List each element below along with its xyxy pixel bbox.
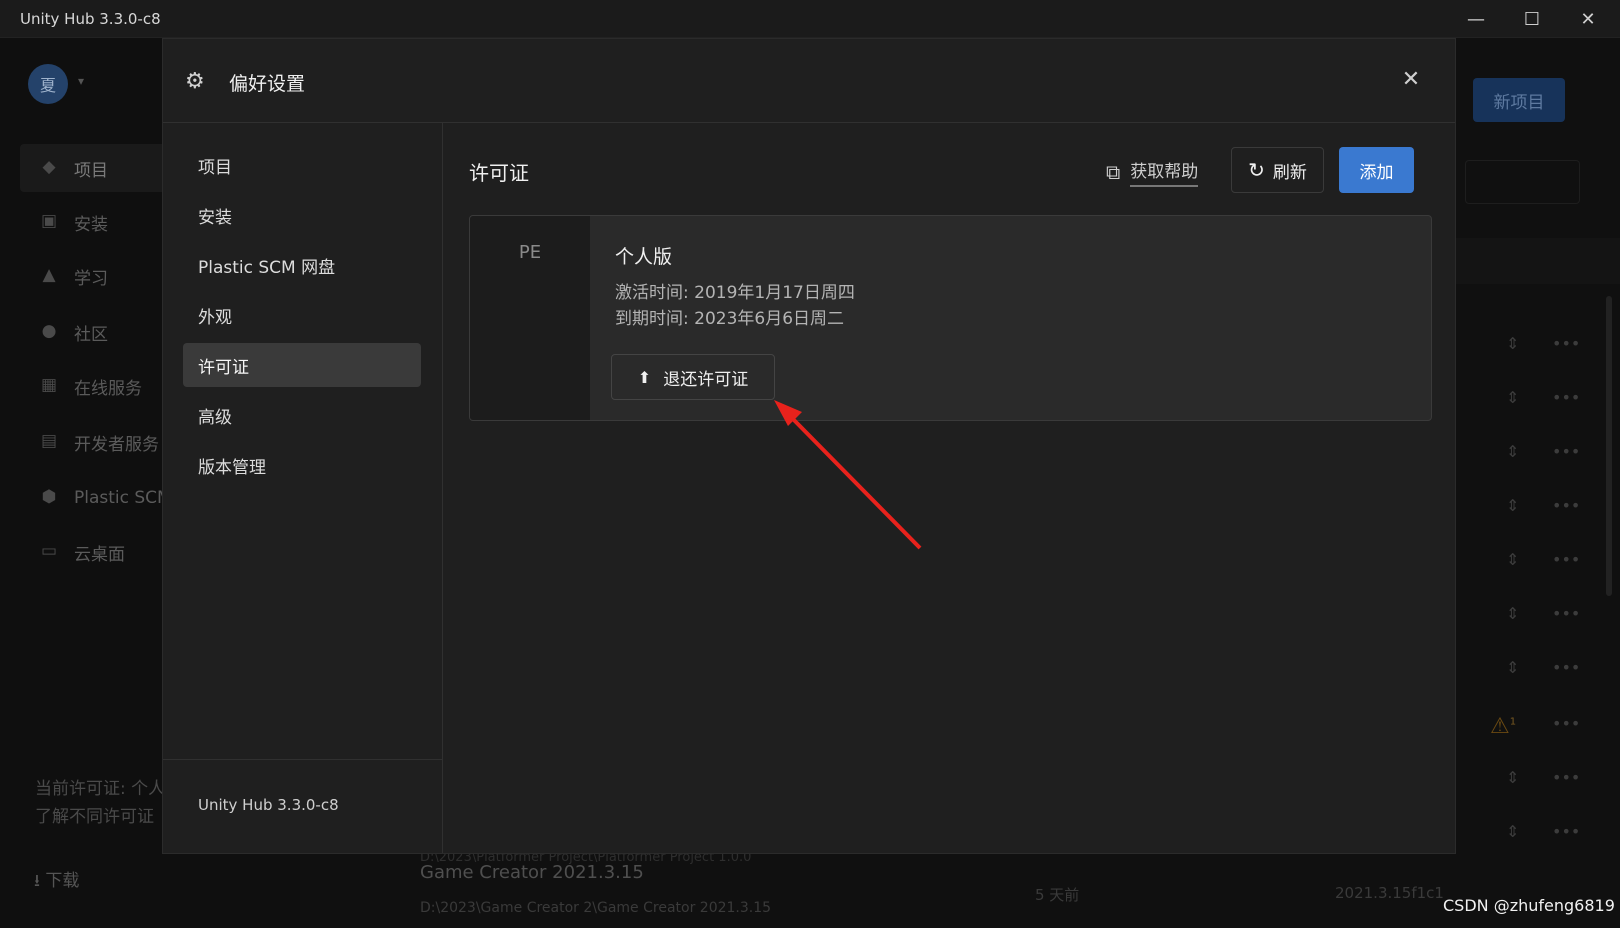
license-card: PE 个人版 激活时间: 2019年1月17日周四 到期时间: 2023年6月6… — [469, 215, 1432, 421]
hub-nav-label: 社区 — [74, 324, 108, 345]
table-row-actions[interactable]: ••• — [1490, 714, 1610, 734]
avatar[interactable]: 夏 — [28, 64, 68, 104]
search-input[interactable] — [1465, 160, 1580, 204]
sort-icon: ⇕ — [1506, 768, 1520, 787]
sort-icon: ⇕ — [1506, 550, 1520, 569]
watermark: CSDN @zhufeng6819 — [1443, 896, 1615, 915]
refresh-icon: ↻ — [1248, 158, 1265, 182]
hub-nav-label: 安装 — [74, 214, 108, 235]
sort-icon: ⇕ — [1506, 658, 1520, 677]
pref-nav-version-control[interactable]: 版本管理 — [183, 443, 421, 487]
refresh-button[interactable]: ↻ 刷新 — [1231, 147, 1324, 193]
table-row-actions[interactable]: ⇕ ••• — [1490, 768, 1610, 788]
window-close-button[interactable]: ✕ — [1560, 0, 1616, 38]
plastic-icon: ⬢ — [41, 487, 57, 507]
grid-icon: ▦ — [40, 375, 58, 395]
more-icon[interactable]: ••• — [1552, 496, 1580, 515]
new-project-button[interactable]: 新项目 — [1473, 78, 1565, 122]
pref-nav-projects[interactable]: 项目 — [183, 143, 421, 187]
briefcase-icon: ▤ — [40, 431, 58, 451]
graduation-cap-icon: ▲ — [42, 265, 56, 285]
gear-icon: ⚙ — [185, 69, 205, 94]
close-icon[interactable]: ✕ — [1395, 63, 1427, 95]
license-name: 个人版 — [615, 246, 673, 268]
table-row-actions[interactable]: ⇕ ••• — [1490, 442, 1610, 462]
license-badge: PE — [470, 216, 590, 420]
window-title: Unity Hub 3.3.0-c8 — [20, 10, 161, 28]
more-icon[interactable]: ••• — [1552, 658, 1580, 677]
pref-nav-plastic-scm[interactable]: Plastic SCM 网盘 — [183, 243, 421, 287]
refresh-label: 刷新 — [1272, 162, 1307, 183]
license-activated: 激活时间: 2019年1月17日周四 — [615, 283, 855, 303]
hub-nav-label: 开发者服务 — [74, 434, 159, 455]
more-icon[interactable]: ••• — [1552, 604, 1580, 623]
table-row-actions[interactable]: ⇕ ••• — [1490, 658, 1610, 678]
more-icon[interactable]: ••• — [1552, 442, 1580, 461]
table-row-actions[interactable]: ⇕ ••• — [1490, 822, 1610, 842]
get-help-label: 获取帮助 — [1130, 157, 1199, 187]
hub-nav-label: 学习 — [74, 268, 108, 289]
chevron-down-icon[interactable]: ▾ — [78, 74, 84, 88]
more-icon[interactable]: ••• — [1552, 388, 1580, 407]
people-icon: ● — [41, 321, 57, 341]
pref-nav-appearance[interactable]: 外观 — [183, 293, 421, 337]
current-license-text: 当前许可证: 个人 — [35, 779, 166, 799]
table-row-actions[interactable]: ⇕ ••• — [1490, 334, 1610, 354]
project-editor-version[interactable]: 2021.3.15f1c1 — [1335, 884, 1444, 902]
monitor-icon: ▭ — [40, 541, 58, 561]
pref-nav-licenses[interactable]: 许可证 — [183, 343, 421, 387]
dialog-footer: Unity Hub 3.3.0-c8 — [163, 759, 442, 855]
get-help-link[interactable]: ⧉ 获取帮助 — [1106, 157, 1199, 187]
pref-nav-installs[interactable]: 安装 — [183, 193, 421, 237]
window-titlebar: Unity Hub 3.3.0-c8 — ☐ ✕ — [0, 0, 1620, 38]
dialog-title: 偏好设置 — [229, 73, 306, 95]
cube-icon: ◆ — [42, 157, 56, 177]
pref-nav-advanced[interactable]: 高级 — [183, 393, 421, 437]
more-icon[interactable]: ••• — [1552, 550, 1580, 569]
maximize-button[interactable]: ☐ — [1504, 0, 1560, 38]
sort-icon: ⇕ — [1506, 604, 1520, 623]
sort-icon: ⇕ — [1506, 388, 1520, 407]
add-license-button[interactable]: 添加 — [1339, 147, 1414, 193]
download-icon: ⭳ — [34, 871, 46, 891]
lock-icon: ▣ — [40, 211, 58, 231]
more-icon[interactable]: ••• — [1552, 334, 1580, 353]
learn-licenses-link[interactable]: 了解不同许可证 — [35, 802, 154, 827]
downloads-label: 下载 — [45, 871, 80, 891]
more-icon[interactable]: ••• — [1552, 822, 1580, 841]
external-link-icon: ⧉ — [1106, 160, 1121, 184]
hub-version: Unity Hub 3.3.0-c8 — [198, 796, 339, 814]
downloads-button[interactable]: ⭳ 下载 — [34, 866, 79, 897]
return-license-button[interactable]: ⬆ 退还许可证 — [611, 354, 775, 400]
table-row-actions[interactable]: ⇕ ••• — [1490, 550, 1610, 570]
return-license-label: 退还许可证 — [663, 369, 749, 390]
license-expires: 到期时间: 2023年6月6日周二 — [615, 309, 845, 329]
project-path: D:\2023\Game Creator 2\Game Creator 2021… — [420, 900, 772, 916]
scrollbar[interactable] — [1606, 296, 1612, 596]
section-title: 许可证 — [469, 161, 529, 185]
project-modified: 5 天前 — [1035, 886, 1080, 904]
more-icon[interactable]: ••• — [1552, 714, 1580, 733]
sort-icon: ⇕ — [1506, 496, 1520, 515]
hub-nav-label: Plastic SCM — [74, 488, 172, 508]
preferences-dialog: ⚙ 偏好设置 ✕ 项目 安装 Plastic SCM 网盘 外观 许可证 高级 … — [162, 38, 1456, 854]
minimize-button[interactable]: — — [1448, 0, 1504, 38]
sort-icon: ⇕ — [1506, 334, 1520, 353]
table-row-actions[interactable]: ⇕ ••• — [1490, 604, 1610, 624]
dialog-header: ⚙ 偏好设置 ✕ — [163, 39, 1455, 123]
sort-icon: ⇕ — [1506, 822, 1520, 841]
table-row-actions[interactable]: ⇕ ••• — [1490, 388, 1610, 408]
licenses-panel: 许可证 ⧉ 获取帮助 ↻ 刷新 添加 PE 个人版 激活时间: 2019年1月1… — [444, 123, 1455, 853]
upload-arrow-icon: ⬆ — [637, 367, 652, 387]
hub-nav-label: 云桌面 — [74, 544, 125, 565]
hub-nav-label: 在线服务 — [74, 378, 142, 399]
project-name[interactable]: Game Creator 2021.3.15 — [420, 862, 644, 883]
more-icon[interactable]: ••• — [1552, 768, 1580, 787]
hub-nav-label: 项目 — [74, 160, 108, 181]
table-row-actions[interactable]: ⇕ ••• — [1490, 496, 1610, 516]
preferences-sidebar: 项目 安装 Plastic SCM 网盘 外观 许可证 高级 版本管理 — [163, 123, 443, 853]
sort-icon: ⇕ — [1506, 442, 1520, 461]
